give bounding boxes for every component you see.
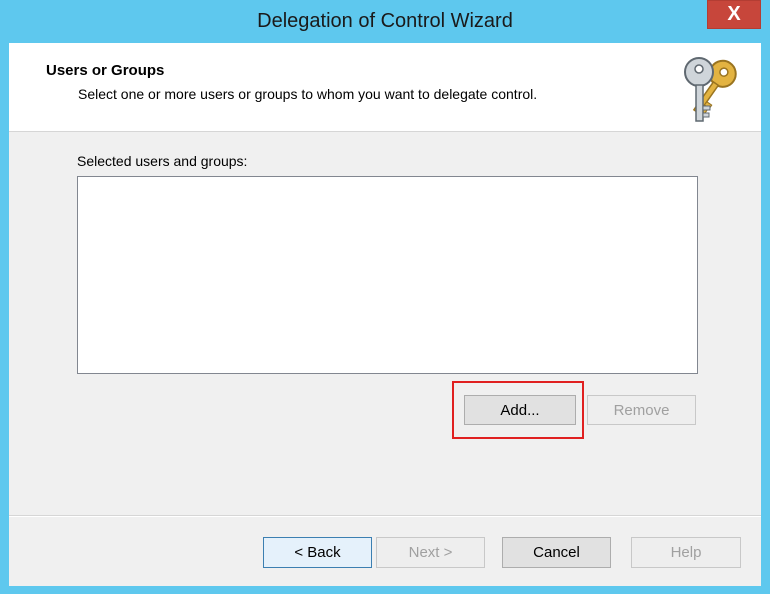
keys-icon bbox=[684, 57, 737, 122]
footer-separator-highlight bbox=[9, 516, 761, 517]
window-title: Delegation of Control Wizard bbox=[257, 10, 513, 32]
page-title: Users or Groups bbox=[46, 62, 165, 79]
title-bar[interactable]: Delegation of Control Wizard X bbox=[0, 0, 770, 43]
next-button[interactable]: Next > bbox=[376, 537, 485, 568]
selected-users-label: Selected users and groups: bbox=[77, 153, 248, 169]
back-button[interactable]: < Back bbox=[263, 537, 372, 568]
page-subtitle: Select one or more users or groups to wh… bbox=[78, 86, 538, 102]
wizard-header: Users or Groups Select one or more users… bbox=[9, 43, 761, 132]
remove-button[interactable]: Remove bbox=[587, 395, 696, 425]
cancel-button[interactable]: Cancel bbox=[502, 537, 611, 568]
selected-users-list[interactable] bbox=[77, 176, 698, 374]
wizard-window: Delegation of Control Wizard X Users or … bbox=[0, 0, 770, 594]
close-button[interactable]: X bbox=[707, 0, 761, 29]
wizard-client-area: Users or Groups Select one or more users… bbox=[9, 43, 761, 586]
add-button[interactable]: Add... bbox=[464, 395, 576, 425]
close-icon: X bbox=[727, 3, 741, 25]
help-button[interactable]: Help bbox=[631, 537, 741, 568]
